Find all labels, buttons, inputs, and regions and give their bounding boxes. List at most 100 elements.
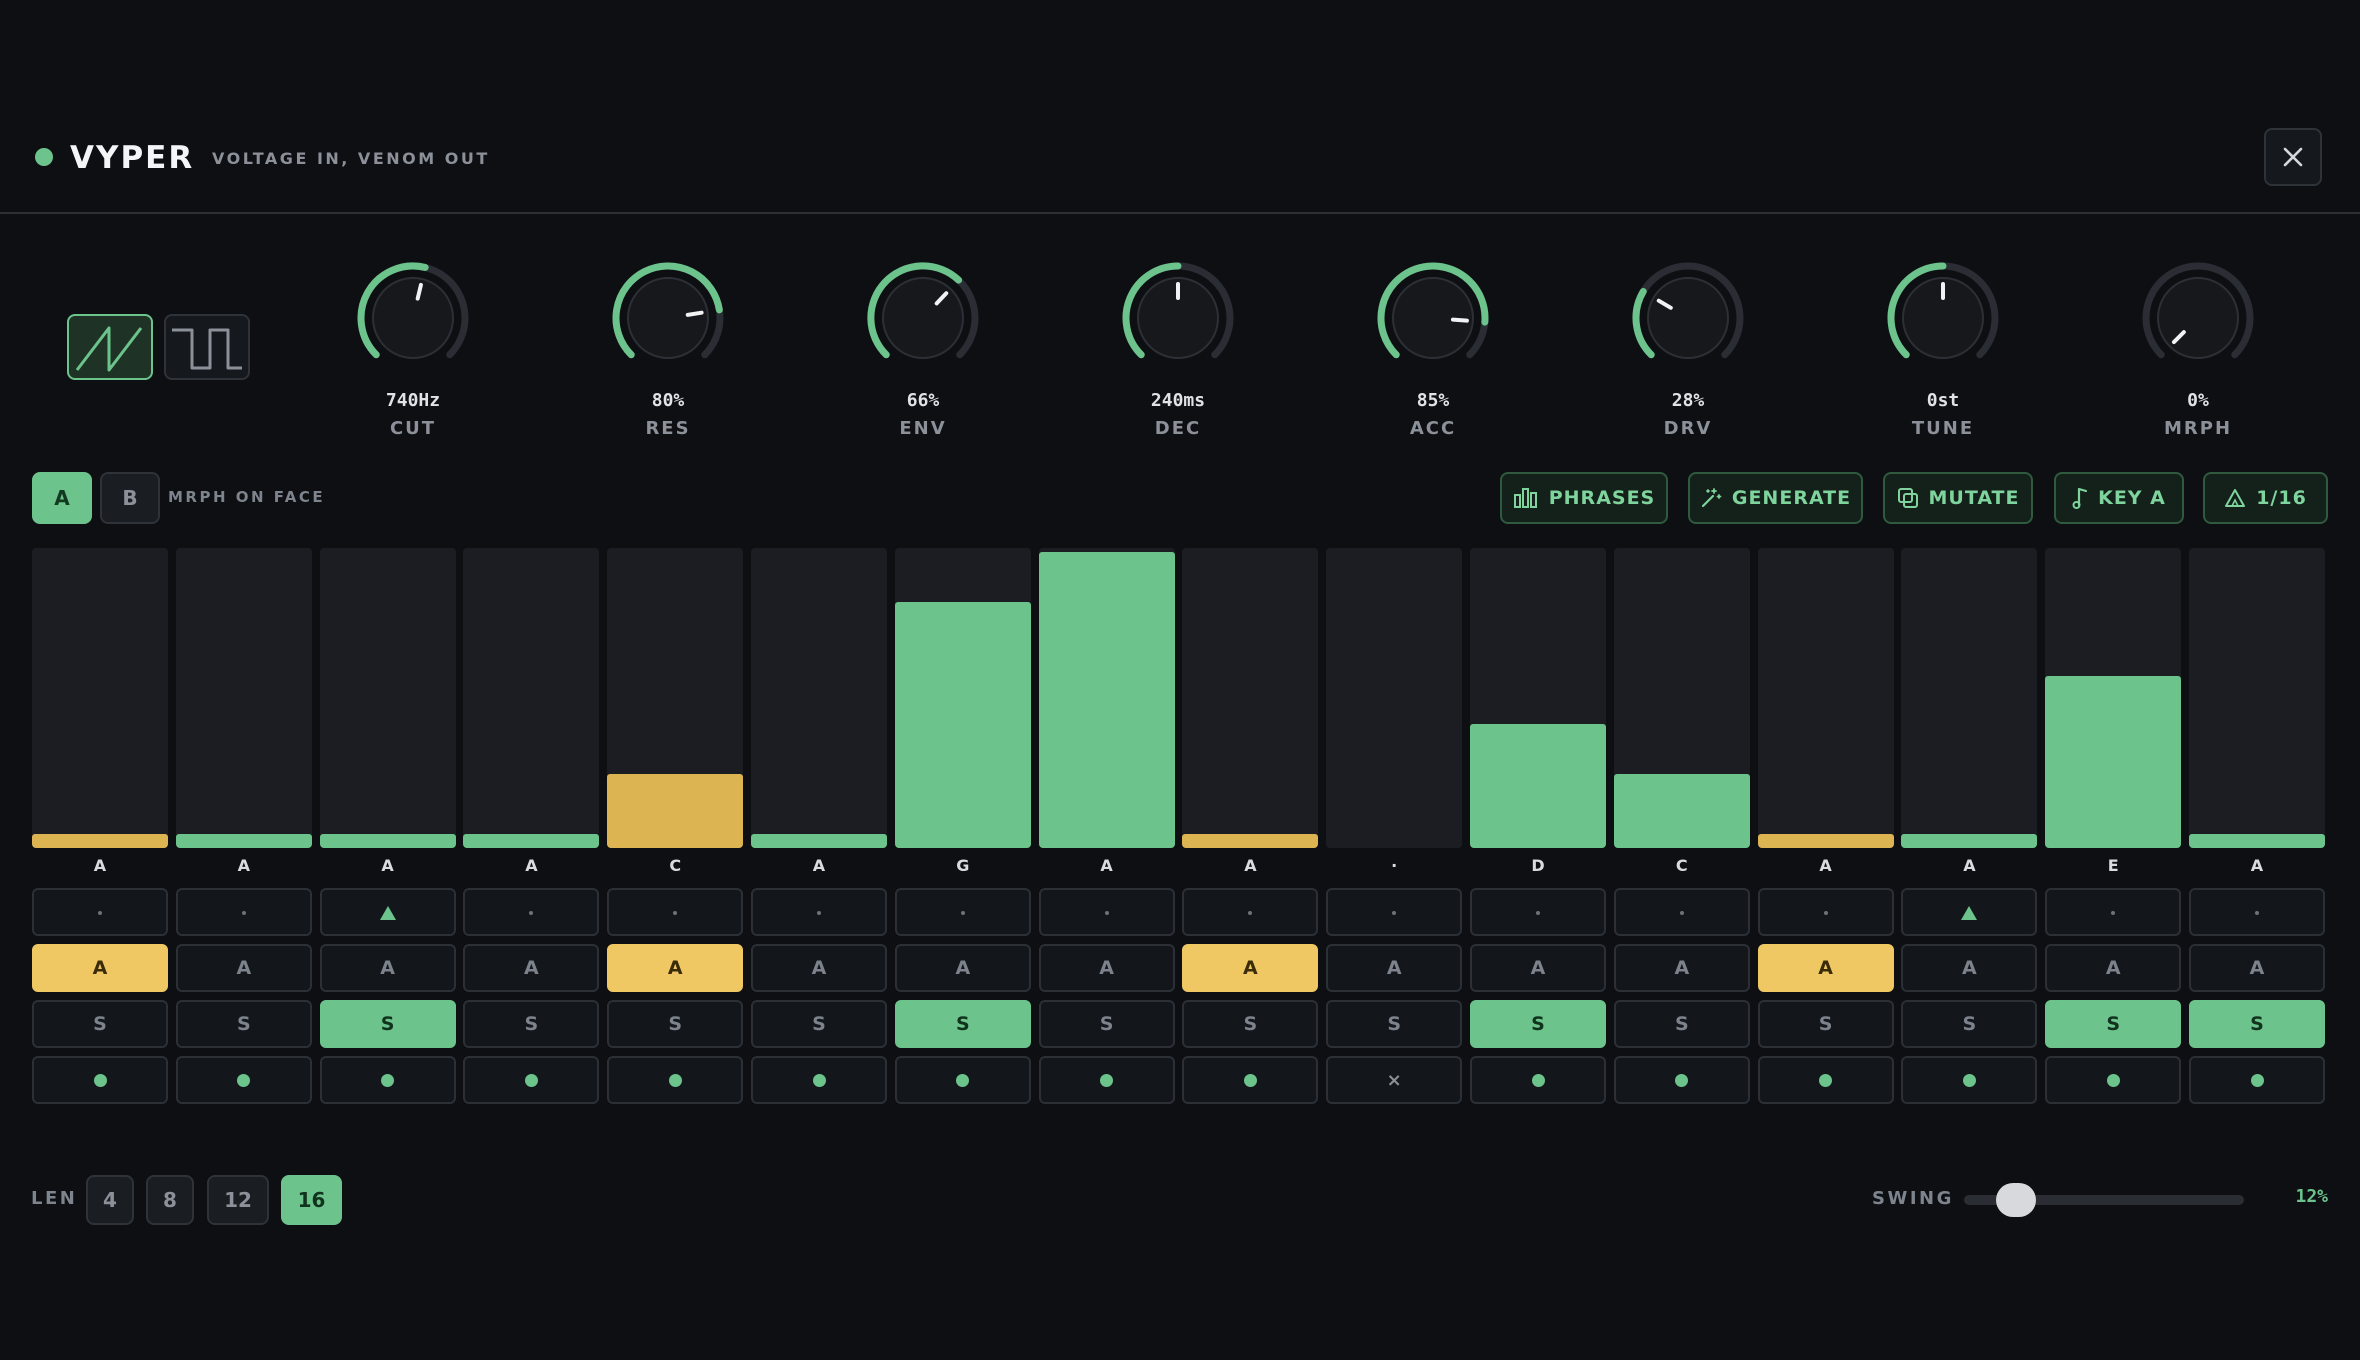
step-gate-toggle[interactable] (751, 1056, 887, 1104)
step-pitch-bar[interactable] (1470, 548, 1606, 848)
step-pitch-bar[interactable] (1901, 548, 2038, 848)
step-accent-toggle[interactable]: A (319, 944, 456, 992)
length-12-button[interactable]: 12 (207, 1175, 269, 1225)
step-gate-toggle[interactable] (32, 1056, 168, 1104)
step-slide-toggle[interactable]: S (1757, 1000, 1894, 1048)
step-accent-toggle[interactable]: A (607, 944, 744, 992)
step-gate-toggle[interactable] (175, 1056, 312, 1104)
knob-dial[interactable] (610, 260, 726, 376)
step-accent-toggle[interactable]: A (894, 944, 1031, 992)
step-accent-toggle[interactable]: A (1757, 944, 1894, 992)
knob-dial[interactable] (1375, 260, 1491, 376)
division-button[interactable]: 1/16 (2203, 472, 2328, 524)
step-octave-toggle[interactable] (1613, 888, 1750, 936)
knob-drv[interactable]: 28% DRV (1598, 254, 1778, 454)
step-gate-toggle[interactable] (894, 1056, 1031, 1104)
step-gate-toggle[interactable] (1901, 1056, 2038, 1104)
step-gate-toggle[interactable] (1470, 1056, 1606, 1104)
step-slide-toggle[interactable]: S (1038, 1000, 1175, 1048)
step-octave-toggle[interactable] (751, 888, 887, 936)
step-accent-toggle[interactable]: A (1613, 944, 1750, 992)
step-pitch-bar[interactable] (1326, 548, 1463, 848)
step-pitch-bar[interactable] (751, 548, 887, 848)
knob-tune[interactable]: 0st TUNE (1853, 254, 2033, 454)
step-slide-toggle[interactable]: S (2189, 1000, 2325, 1048)
step-slide-toggle[interactable]: S (175, 1000, 312, 1048)
step-octave-toggle[interactable] (1182, 888, 1319, 936)
step-pitch-bar[interactable] (607, 548, 744, 848)
step-gate-toggle[interactable] (1182, 1056, 1319, 1104)
step-gate-toggle[interactable] (2189, 1056, 2325, 1104)
step-octave-toggle[interactable] (463, 888, 600, 936)
pattern-a-button[interactable]: A (32, 472, 92, 524)
step-gate-toggle[interactable] (463, 1056, 600, 1104)
knob-dial[interactable] (2140, 260, 2256, 376)
step-octave-toggle[interactable] (1038, 888, 1175, 936)
step-pitch-bar[interactable] (2189, 548, 2325, 848)
step-slide-toggle[interactable]: S (32, 1000, 168, 1048)
step-gate-toggle[interactable] (607, 1056, 744, 1104)
knob-dial[interactable] (355, 260, 471, 376)
generate-button[interactable]: GENERATE (1688, 472, 1863, 524)
step-octave-toggle[interactable] (175, 888, 312, 936)
step-accent-toggle[interactable]: A (2045, 944, 2182, 992)
length-4-button[interactable]: 4 (86, 1175, 134, 1225)
step-pitch-bar[interactable] (319, 548, 456, 848)
knob-cut[interactable]: 740Hz CUT (323, 254, 503, 454)
step-gate-toggle[interactable] (1613, 1056, 1750, 1104)
knob-acc[interactable]: 85% ACC (1343, 254, 1523, 454)
step-gate-toggle[interactable] (1038, 1056, 1175, 1104)
step-slide-toggle[interactable]: S (1470, 1000, 1606, 1048)
step-slide-toggle[interactable]: S (1613, 1000, 1750, 1048)
step-slide-toggle[interactable]: S (607, 1000, 744, 1048)
step-accent-toggle[interactable]: A (1038, 944, 1175, 992)
step-accent-toggle[interactable]: A (1326, 944, 1463, 992)
knob-dial[interactable] (865, 260, 981, 376)
step-pitch-bar[interactable] (1613, 548, 1750, 848)
knob-res[interactable]: 80% RES (578, 254, 758, 454)
knob-dial[interactable] (1630, 260, 1746, 376)
step-gate-toggle[interactable] (319, 1056, 456, 1104)
step-accent-toggle[interactable]: A (1182, 944, 1319, 992)
step-pitch-bar[interactable] (175, 548, 312, 848)
step-slide-toggle[interactable]: S (319, 1000, 456, 1048)
step-slide-toggle[interactable]: S (1326, 1000, 1463, 1048)
step-accent-toggle[interactable]: A (32, 944, 168, 992)
step-slide-toggle[interactable]: S (2045, 1000, 2182, 1048)
knob-dial[interactable] (1885, 260, 2001, 376)
knob-mrph[interactable]: 0% MRPH (2108, 254, 2288, 454)
step-accent-toggle[interactable]: A (463, 944, 600, 992)
step-octave-toggle[interactable] (1757, 888, 1894, 936)
step-octave-toggle[interactable] (319, 888, 456, 936)
length-8-button[interactable]: 8 (146, 1175, 194, 1225)
step-octave-toggle[interactable] (2045, 888, 2182, 936)
step-accent-toggle[interactable]: A (2189, 944, 2325, 992)
knob-dec[interactable]: 240ms DEC (1088, 254, 1268, 454)
square-wave-button[interactable] (164, 314, 250, 380)
step-octave-toggle[interactable] (607, 888, 744, 936)
swing-slider-thumb[interactable] (1995, 1183, 2036, 1217)
step-slide-toggle[interactable]: S (1182, 1000, 1319, 1048)
step-octave-toggle[interactable] (1326, 888, 1463, 936)
step-slide-toggle[interactable]: S (751, 1000, 887, 1048)
close-button[interactable] (2264, 128, 2322, 186)
step-octave-toggle[interactable] (32, 888, 168, 936)
step-accent-toggle[interactable]: A (175, 944, 312, 992)
step-gate-toggle[interactable] (1757, 1056, 1894, 1104)
step-gate-toggle[interactable] (2045, 1056, 2182, 1104)
step-pitch-bar[interactable] (2045, 548, 2182, 848)
knob-env[interactable]: 66% ENV (833, 254, 1013, 454)
step-gate-toggle[interactable]: × (1326, 1056, 1463, 1104)
step-slide-toggle[interactable]: S (1901, 1000, 2038, 1048)
pattern-b-button[interactable]: B (100, 472, 160, 524)
key-button[interactable]: KEY A (2054, 472, 2184, 524)
step-pitch-bar[interactable] (894, 548, 1031, 848)
knob-dial[interactable] (1120, 260, 1236, 376)
step-octave-toggle[interactable] (1901, 888, 2038, 936)
step-accent-toggle[interactable]: A (1470, 944, 1606, 992)
saw-wave-button[interactable] (67, 314, 153, 380)
mutate-button[interactable]: MUTATE (1883, 472, 2033, 524)
step-pitch-bar[interactable] (32, 548, 168, 848)
step-pitch-bar[interactable] (1757, 548, 1894, 848)
length-16-button[interactable]: 16 (281, 1175, 342, 1225)
